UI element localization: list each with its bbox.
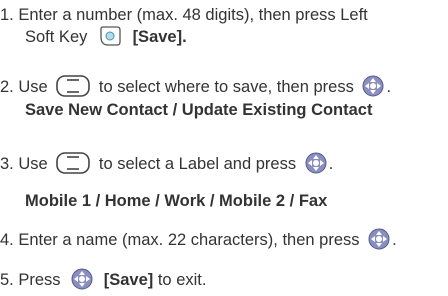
step-5: 5. Press [Save] to exit.: [0, 268, 206, 290]
step-1-line-1: 1. Enter a number (max. 48 digits), then…: [0, 6, 368, 24]
save-label: [Save]: [103, 271, 154, 289]
navigation-key-icon: [56, 75, 91, 97]
step-2-line-1: 2. Use to select where to save, then pre…: [0, 75, 391, 97]
step-2-period: .: [386, 78, 392, 96]
step-3-period: .: [328, 155, 334, 173]
step-3-options: Mobile 1 / Home / Work / Mobile 2 / Fax: [25, 192, 328, 210]
ok-key-icon: [305, 152, 327, 174]
navigation-key-icon: [56, 152, 91, 174]
step-4-period: .: [392, 231, 397, 249]
step-2-use: 2. Use: [0, 78, 48, 96]
ok-key-icon: [362, 75, 384, 97]
step-2: 2. Use to select where to save, then pre…: [0, 75, 391, 120]
step-5-exit: to exit.: [157, 271, 207, 289]
ok-key-icon: [71, 268, 93, 290]
step-4-instruction: 4. Enter a name (max. 22 characters), th…: [0, 231, 360, 249]
step-3-use: 3. Use: [0, 155, 48, 173]
step-3: 3. Use to select a Label and press .: [0, 152, 333, 174]
step-1: 1. Enter a number (max. 48 digits), then…: [0, 5, 368, 47]
step-5-press: 5. Press: [0, 271, 61, 289]
save-label: [Save].: [132, 28, 187, 46]
step-3-instruction: to select a Label and press: [98, 155, 297, 173]
ok-key-icon: [368, 228, 390, 250]
step-1-line-2: Soft Key [Save].: [0, 25, 368, 47]
step-2-instruction: to select where to save, then press: [98, 78, 354, 96]
step-4: 4. Enter a name (max. 22 characters), th…: [0, 228, 397, 250]
left-soft-key-icon: [100, 26, 121, 46]
step-2-options: Save New Contact / Update Existing Conta…: [25, 101, 373, 119]
step-1-soft-key-text: Soft Key: [25, 28, 88, 46]
